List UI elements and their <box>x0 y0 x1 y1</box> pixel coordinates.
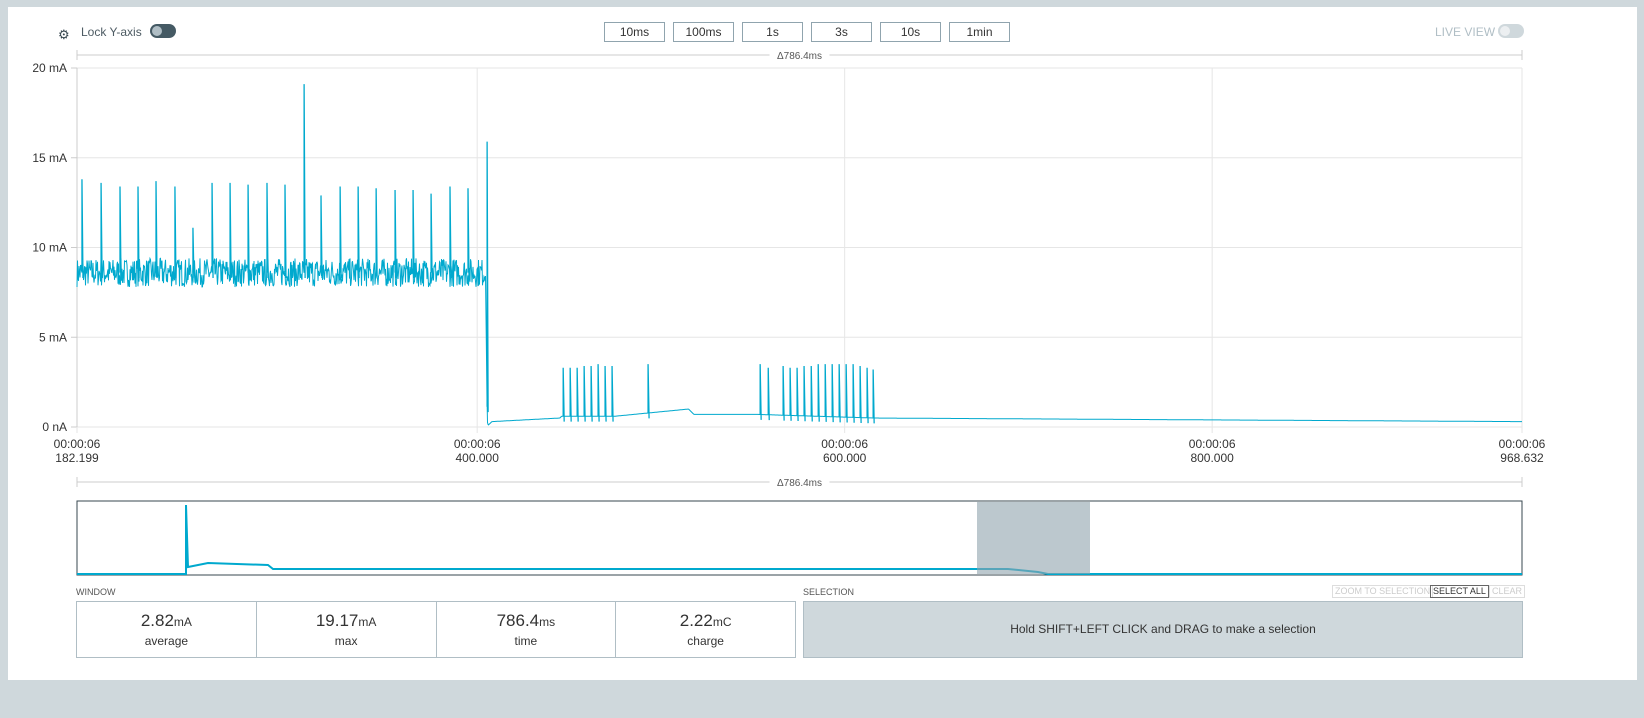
current-spike <box>590 365 593 422</box>
current-spike <box>394 190 397 279</box>
current-spike <box>100 182 103 279</box>
stat-unit: ms <box>539 615 556 629</box>
current-spike <box>211 182 214 279</box>
power-profiler-panel: ⚙ Lock Y-axis 10ms 100ms 1s 3s 10s 1min LIVE … <box>8 7 1637 680</box>
current-spike <box>759 364 762 420</box>
clear-button[interactable]: CLEAR <box>1489 585 1526 598</box>
stat-value: 2.22 <box>679 611 713 630</box>
current-spike <box>824 364 827 422</box>
current-spike <box>119 186 122 279</box>
zoom-to-selection-button[interactable]: ZOOM TO SELECTION <box>1332 585 1434 598</box>
current-spike <box>81 179 84 279</box>
current-spike <box>852 364 855 423</box>
stat-label: max <box>334 634 358 648</box>
current-spike <box>192 227 195 279</box>
current-spike <box>817 364 820 422</box>
window-title: WINDOW <box>76 587 116 597</box>
current-spike <box>412 190 415 279</box>
stat-unit: mC <box>712 615 732 629</box>
stat-value: 2.82 <box>140 611 174 630</box>
minimap-frame <box>76 500 1523 576</box>
current-spike <box>597 364 600 422</box>
current-spike <box>810 365 813 422</box>
current-spike <box>486 141 489 413</box>
delta-label: Δ786.4ms <box>777 478 822 489</box>
window-stats: 2.82mA average 19.17mA max 786.4ms time 2.2… <box>76 601 796 658</box>
selection-title: SELECTION <box>803 587 855 597</box>
delta-label: Δ786.4ms <box>777 51 822 62</box>
current-spike <box>266 182 269 279</box>
current-spike <box>796 367 799 422</box>
stat-value: 19.17 <box>315 611 359 630</box>
current-spike <box>831 364 834 423</box>
current-spike <box>782 365 785 421</box>
current-spike <box>137 186 140 279</box>
minimap-window-handle[interactable] <box>977 502 1090 574</box>
current-spike <box>611 365 614 422</box>
x-tick-label-time: 00:00:06 <box>1499 437 1546 451</box>
x-tick-label-time: 00:00:06 <box>54 437 101 451</box>
x-tick-label-ms: 600.000 <box>823 451 867 465</box>
stat-value: 786.4 <box>496 611 540 630</box>
current-spike <box>562 367 565 422</box>
x-tick-label-ms: 968.632 <box>1500 451 1544 465</box>
current-spike <box>576 367 579 422</box>
current-spike <box>320 195 323 279</box>
x-tick-label-time: 00:00:06 <box>821 437 868 451</box>
stat-time: 786.4ms time <box>437 602 617 657</box>
stat-unit: mA <box>173 615 192 629</box>
current-spike <box>859 365 862 423</box>
current-spike <box>430 193 433 279</box>
current-spike <box>647 364 650 419</box>
current-spike <box>449 186 452 279</box>
stat-label: time <box>514 634 538 648</box>
overview-minimap[interactable]: Δ786.4ms <box>8 477 1637 577</box>
select-all-button[interactable]: SELECT ALL <box>1430 585 1489 598</box>
stat-label: charge <box>687 634 724 648</box>
current-spike <box>375 188 378 279</box>
current-spike <box>569 367 572 422</box>
current-spike <box>467 188 470 279</box>
current-spike <box>357 186 360 279</box>
y-tick-label: 20 mA <box>32 61 67 75</box>
current-spike <box>229 182 232 279</box>
current-spike <box>845 364 848 423</box>
y-tick-label: 5 mA <box>39 330 67 344</box>
current-spike <box>247 184 250 279</box>
x-tick-label-ms: 400.000 <box>455 451 499 465</box>
current-spike <box>339 186 342 279</box>
x-tick-label-time: 00:00:06 <box>454 437 501 451</box>
current-spike <box>866 367 869 424</box>
stat-charge: 2.22mC charge <box>616 602 795 657</box>
stat-average: 2.82mA average <box>77 602 257 657</box>
current-chart[interactable]: Δ786.4ms0 nA5 mA10 mA15 mA20 mA00:00:061… <box>8 7 1637 477</box>
current-spike <box>803 365 806 422</box>
current-spike <box>174 186 177 279</box>
current-spike <box>583 365 586 422</box>
stat-unit: mA <box>358 615 377 629</box>
current-spike <box>303 84 306 279</box>
current-spike <box>604 365 607 422</box>
current-spike <box>767 367 770 421</box>
current-spike <box>284 184 287 279</box>
x-tick-label-ms: 800.000 <box>1190 451 1234 465</box>
x-tick-label-time: 00:00:06 <box>1189 437 1236 451</box>
y-tick-label: 10 mA <box>32 241 67 255</box>
current-trace <box>76 256 1522 426</box>
y-tick-label: 0 nA <box>42 420 67 434</box>
x-tick-label-ms: 182.199 <box>55 451 99 465</box>
selection-hint: Hold SHIFT+LEFT CLICK and DRAG to make a… <box>803 601 1523 658</box>
current-spike <box>872 369 875 424</box>
current-spike <box>155 181 158 279</box>
stat-label: average <box>144 634 189 648</box>
current-spike <box>838 364 841 423</box>
y-tick-label: 15 mA <box>32 151 67 165</box>
current-spike <box>789 367 792 421</box>
stat-max: 19.17mA max <box>257 602 437 657</box>
